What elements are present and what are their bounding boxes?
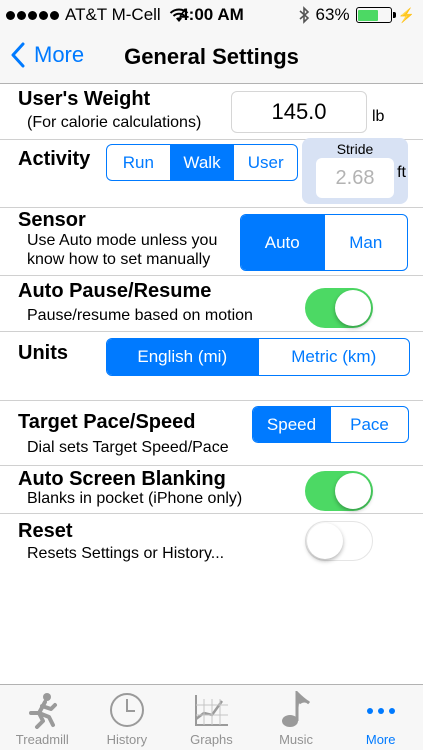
blanking-subtitle: Blanks in pocket (iPhone only) bbox=[27, 490, 243, 507]
navigation-bar: More General Settings bbox=[0, 30, 423, 84]
tab-music-label: Music bbox=[279, 732, 314, 747]
sensor-option-man[interactable]: Man bbox=[325, 215, 408, 270]
activity-title: Activity bbox=[18, 148, 91, 170]
weight-unit: lb bbox=[372, 108, 385, 125]
auto-pause-row: Auto Pause/Resume Pause/resume based on … bbox=[0, 276, 423, 332]
tab-history-label: History bbox=[106, 732, 148, 747]
tab-graphs-label: Graphs bbox=[190, 732, 233, 747]
bluetooth-icon bbox=[299, 6, 309, 24]
music-note-icon bbox=[282, 691, 311, 727]
blanking-row: Auto Screen Blanking Blanks in pocket (i… bbox=[0, 466, 423, 514]
tab-history[interactable]: History bbox=[85, 685, 170, 750]
activity-segmented-control: Run Walk User bbox=[106, 144, 298, 181]
tab-graphs[interactable]: Graphs bbox=[169, 685, 254, 750]
more-dots-icon bbox=[366, 708, 395, 714]
tab-bar: Treadmill History Graphs Music More bbox=[0, 684, 423, 750]
activity-option-walk[interactable]: Walk bbox=[170, 145, 235, 180]
runner-icon bbox=[29, 693, 58, 729]
units-option-english[interactable]: English (mi) bbox=[107, 339, 259, 375]
weight-row: User's Weight (For calorie calculations)… bbox=[0, 84, 423, 140]
reset-subtitle: Resets Settings or History... bbox=[27, 545, 225, 562]
target-subtitle: Dial sets Target Speed/Pace bbox=[27, 439, 229, 456]
tab-more[interactable]: More bbox=[338, 685, 423, 750]
stride-input[interactable]: 2.68 bbox=[316, 158, 394, 198]
clock-icon bbox=[109, 693, 144, 727]
activity-option-run[interactable]: Run bbox=[107, 145, 171, 180]
page-title: General Settings bbox=[124, 44, 299, 69]
reset-toggle[interactable] bbox=[305, 521, 373, 561]
reset-title: Reset bbox=[18, 520, 73, 542]
target-title: Target Pace/Speed bbox=[18, 411, 196, 433]
weight-input[interactable]: 145.0 bbox=[231, 91, 367, 133]
weight-title: User's Weight bbox=[18, 88, 151, 110]
auto-pause-subtitle: Pause/resume based on motion bbox=[27, 307, 253, 324]
status-bar: AT&T M-Cell 4:00 AM 63% ⚡ bbox=[0, 0, 423, 30]
tab-treadmill[interactable]: Treadmill bbox=[0, 685, 85, 750]
battery-icon bbox=[355, 7, 396, 23]
tab-treadmill-label: Treadmill bbox=[15, 732, 69, 747]
sensor-subtitle-line1: Use Auto mode unless you bbox=[27, 232, 218, 249]
target-segmented-control: Speed Pace bbox=[252, 406, 409, 443]
stride-unit: ft bbox=[397, 164, 406, 181]
stride-label: Stride bbox=[336, 141, 374, 157]
target-option-pace[interactable]: Pace bbox=[331, 407, 408, 442]
blanking-toggle[interactable] bbox=[305, 471, 373, 511]
weight-subtitle: (For calorie calculations) bbox=[27, 114, 202, 131]
target-option-speed[interactable]: Speed bbox=[253, 407, 331, 442]
units-segmented-control: English (mi) Metric (km) bbox=[106, 338, 410, 376]
sensor-subtitle-line2: know how to set manually bbox=[27, 251, 211, 268]
units-title: Units bbox=[18, 342, 68, 364]
activity-option-user[interactable]: User bbox=[234, 145, 297, 180]
auto-pause-title: Auto Pause/Resume bbox=[18, 280, 212, 302]
tab-more-label: More bbox=[365, 732, 396, 747]
auto-pause-toggle[interactable] bbox=[305, 288, 373, 328]
stride-panel: Stride 2.68 ft bbox=[302, 138, 408, 204]
tab-music[interactable]: Music bbox=[254, 685, 339, 750]
units-option-metric[interactable]: Metric (km) bbox=[259, 339, 410, 375]
blanking-title: Auto Screen Blanking bbox=[18, 468, 226, 490]
sensor-segmented-control: Auto Man bbox=[240, 214, 408, 271]
battery-percent: 63% bbox=[315, 5, 350, 24]
sensor-option-auto[interactable]: Auto bbox=[241, 215, 325, 270]
charging-bolt-icon: ⚡ bbox=[397, 6, 415, 23]
reset-row: Reset Resets Settings or History... bbox=[0, 514, 423, 574]
sensor-title: Sensor bbox=[18, 209, 86, 231]
graph-icon bbox=[195, 695, 229, 726]
